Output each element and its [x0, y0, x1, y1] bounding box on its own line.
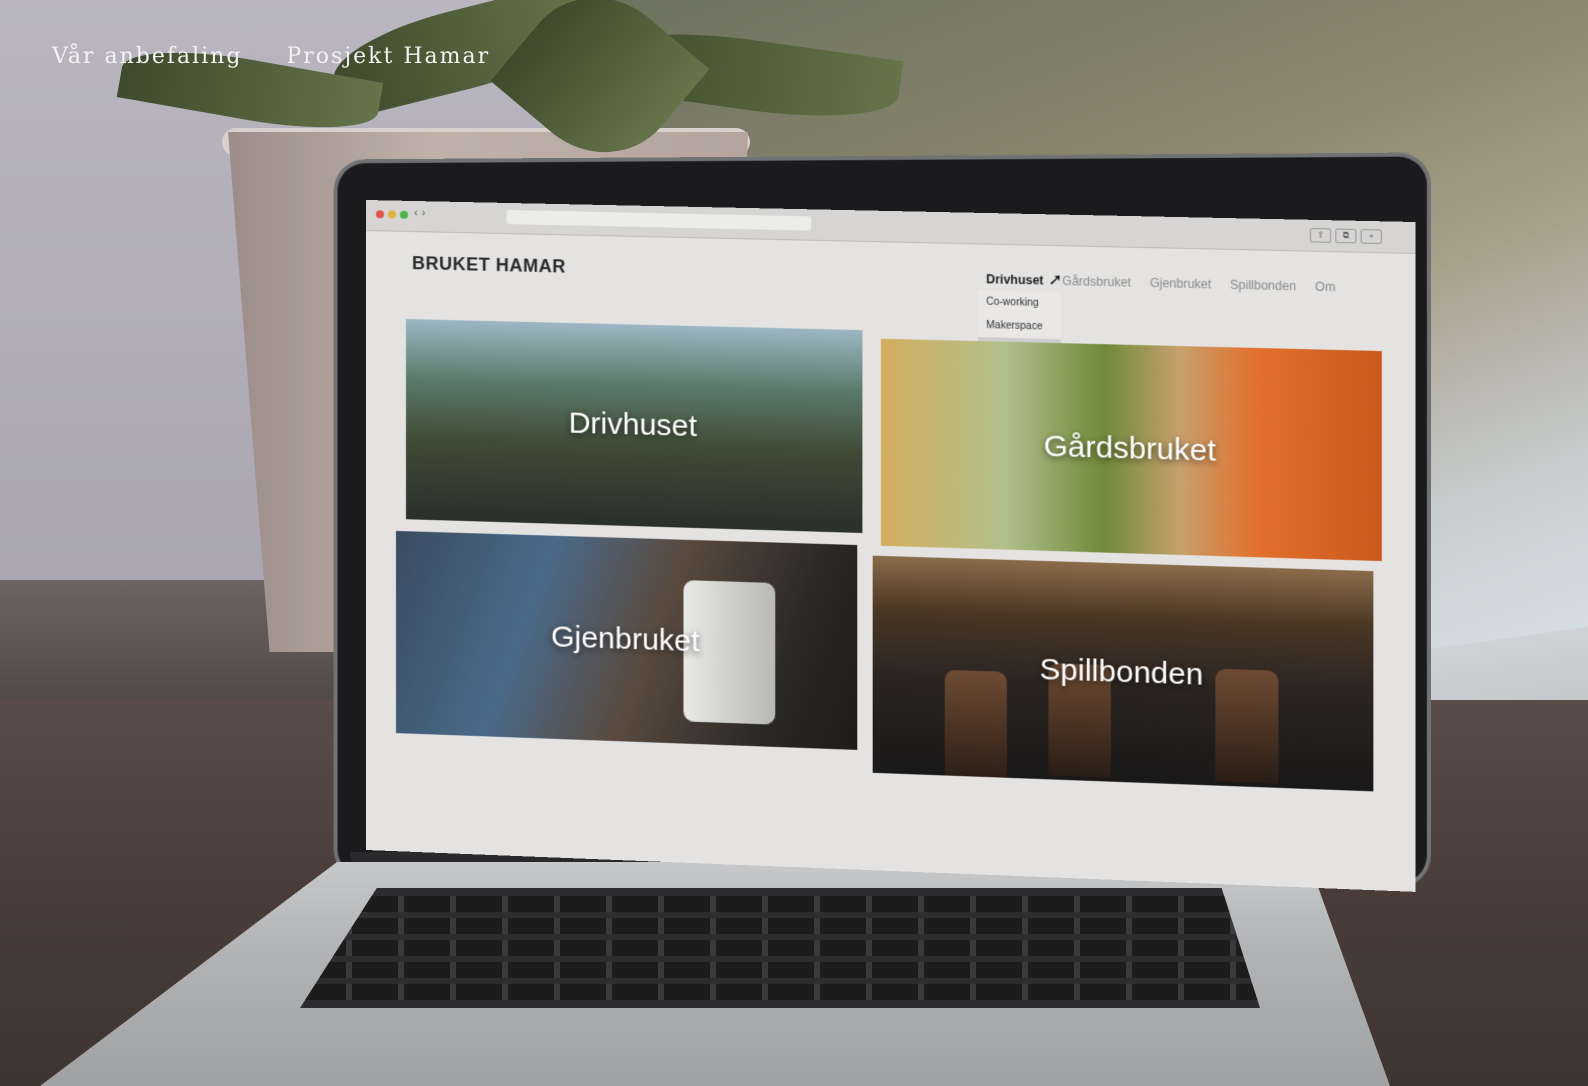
- address-bar[interactable]: [506, 209, 812, 231]
- tabs-icon[interactable]: ⧉: [1335, 228, 1357, 244]
- laptop-keyboard: [300, 888, 1260, 1008]
- tile-gjenbruket[interactable]: Gjenbruket: [395, 530, 858, 750]
- chevron-left-icon[interactable]: ‹: [414, 207, 422, 219]
- browser-nav-arrows: ‹›: [414, 207, 429, 219]
- site-nav-spillbonden[interactable]: Spillbonden: [1230, 278, 1296, 294]
- tile-spillbonden[interactable]: Spillbonden: [872, 555, 1374, 792]
- share-icon[interactable]: ⇪: [1309, 228, 1332, 243]
- site-nav-gjenbruket[interactable]: Gjenbruket: [1150, 276, 1211, 292]
- maximize-window-dot[interactable]: [399, 210, 408, 219]
- site-nav-gardsbruket[interactable]: Gårdsbruket: [1062, 274, 1131, 290]
- dropdown-item-makerspace[interactable]: Makerspace: [978, 314, 1061, 339]
- tile-label: Gårdsbruket: [1043, 429, 1216, 468]
- minimize-window-dot[interactable]: [387, 210, 396, 219]
- tile-label: Drivhuset: [568, 406, 698, 444]
- tile-gardsbruket[interactable]: Gårdsbruket: [880, 338, 1382, 562]
- tile-label: Gjenbruket: [550, 620, 700, 659]
- laptop-screen: ‹› ⇪ ⧉ + BRUKET HAMAR Drivhuset Gårdsbru…: [366, 200, 1416, 892]
- site-title[interactable]: BRUKET HAMAR: [412, 253, 566, 278]
- add-tab-icon[interactable]: +: [1360, 229, 1382, 244]
- top-nav: Vår anbefaling Prosjekt Hamar: [52, 44, 490, 69]
- close-window-dot[interactable]: [375, 210, 384, 219]
- mouse-cursor-icon: ➚: [1048, 271, 1063, 290]
- dropdown-item-co-working[interactable]: Co-working: [978, 290, 1061, 315]
- nav-link-var-anbefaling[interactable]: Vår anbefaling: [52, 44, 242, 69]
- stool-image: [944, 669, 1007, 784]
- site-nav-om[interactable]: Om: [1315, 280, 1335, 295]
- site-nav-drivhuset[interactable]: Drivhuset: [986, 272, 1043, 288]
- chevron-right-icon[interactable]: ›: [422, 207, 430, 219]
- nav-link-prosjekt-hamar[interactable]: Prosjekt Hamar: [286, 44, 490, 69]
- tile-drivhuset[interactable]: Drivhuset: [405, 318, 863, 534]
